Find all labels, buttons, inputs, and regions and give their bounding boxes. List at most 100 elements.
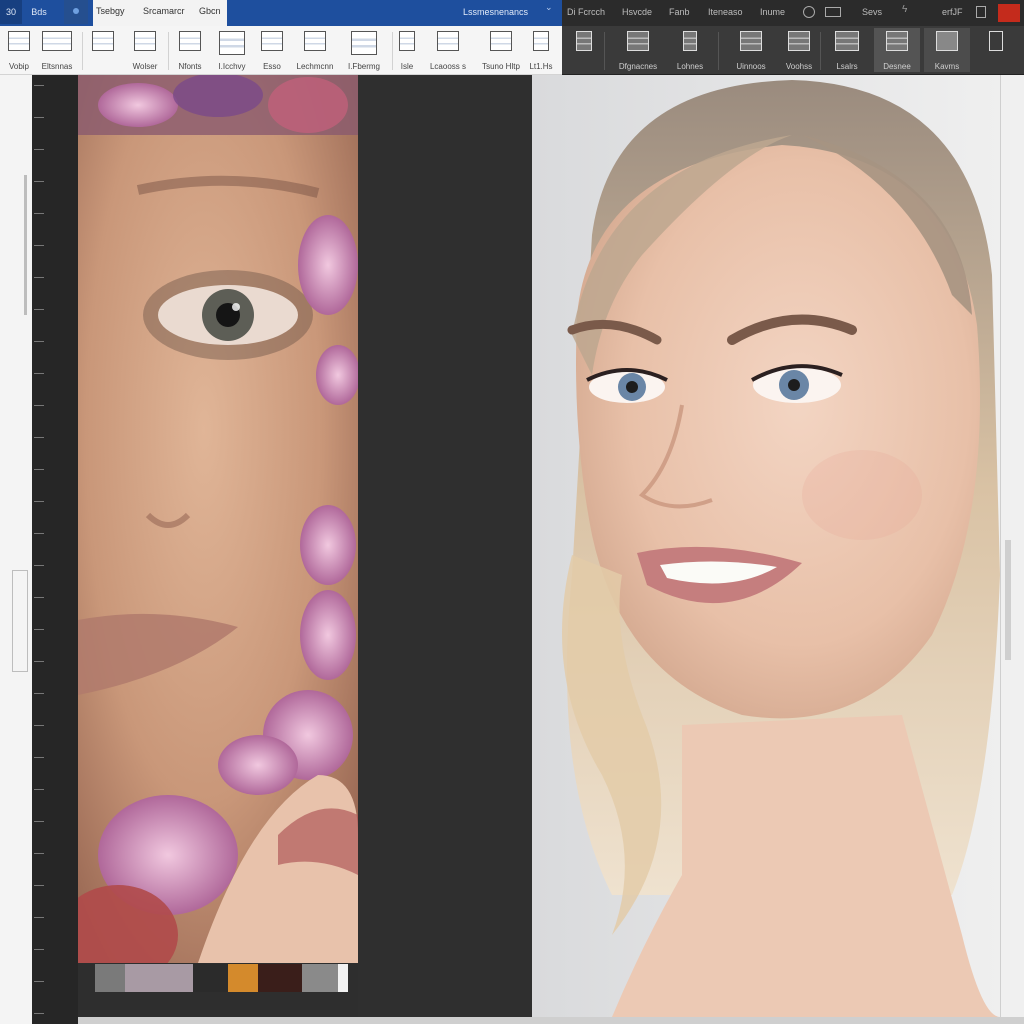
- share-icon[interactable]: [976, 6, 986, 18]
- ruler-tick: [34, 629, 44, 630]
- app-badge[interactable]: 30: [0, 0, 22, 24]
- ruler-tick: [34, 693, 44, 694]
- help-icon[interactable]: [803, 6, 815, 18]
- swatch-mauve[interactable]: [125, 964, 193, 992]
- ruler-tick: [34, 405, 44, 406]
- tab-insert[interactable]: Iteneaso: [708, 0, 743, 24]
- ruler-tick: [34, 117, 44, 118]
- ribbon-button-lines[interactable]: Lohnes: [668, 28, 712, 72]
- ruler-tick: [34, 469, 44, 470]
- ruler-tick: [34, 213, 44, 214]
- ribbon-button-layout[interactable]: [86, 28, 120, 72]
- lines-icon: [683, 31, 697, 51]
- ruler-tick: [34, 1013, 44, 1014]
- design-icon: [627, 31, 649, 51]
- ruler-tick: [34, 373, 44, 374]
- ribbon-button-person[interactable]: [976, 28, 1016, 72]
- tab-view[interactable]: Gbcn: [199, 0, 221, 26]
- tab-search[interactable]: Srcamarcr: [143, 0, 185, 26]
- tab-user[interactable]: erfJF: [942, 0, 963, 24]
- wrap-text-icon: [134, 31, 156, 51]
- tab-save[interactable]: Sevs: [862, 0, 882, 24]
- ruler-tick: [34, 821, 44, 822]
- ribbon-button-desnee[interactable]: Desnee: [874, 28, 920, 72]
- dark-tab-bar: Di Fcrcch Hsvcde Fanb Iteneaso Inume Sev…: [562, 0, 1024, 26]
- person-icon: [989, 31, 1003, 51]
- page-thumbnail[interactable]: [12, 570, 28, 672]
- panel-scrollbar[interactable]: [24, 175, 27, 315]
- ruler-tick: [34, 757, 44, 758]
- mountain-icon: [936, 31, 958, 51]
- grid-icon: [788, 31, 810, 51]
- ruler-tick: [34, 245, 44, 246]
- fonts-icon: [179, 31, 201, 51]
- left-thumbnail-panel[interactable]: [0, 75, 33, 1024]
- ribbon-button-tsuno[interactable]: Tsuno Hltp: [476, 28, 526, 72]
- brackets-icon: [261, 31, 283, 51]
- ruler-tick: [34, 437, 44, 438]
- ribbon-button-eso[interactable]: Esso: [254, 28, 290, 72]
- text-box-icon: [490, 31, 512, 51]
- chart-icon: [437, 31, 459, 51]
- ribbon-button-history[interactable]: I.Icchvy: [210, 28, 254, 72]
- ribbon-button-arrange[interactable]: Eltsnnas: [36, 28, 78, 72]
- horizontal-scrollbar[interactable]: [78, 1017, 1024, 1024]
- ribbon-light: Vobip Eltsnnas Wolser Nfonts I.Icchvy Es…: [0, 26, 562, 75]
- ribbon-button-gallery[interactable]: [566, 28, 602, 72]
- left-photo-canvas[interactable]: [78, 75, 358, 963]
- ruler-tick: [34, 885, 44, 886]
- ribbon-button-building[interactable]: Uinnoos: [724, 28, 778, 72]
- tab-shading[interactable]: Hsvcde: [622, 0, 652, 24]
- quick-access-item[interactable]: Bds: [26, 0, 52, 24]
- ribbon-dark: Dfgnacnes Lohnes Uinnoos Voohss Lsalrs D…: [562, 26, 1024, 75]
- tab-image[interactable]: Inume: [760, 0, 785, 24]
- frame-icon: [886, 31, 908, 51]
- ribbon-tab-group: Tsebgy Srcamarcr Gbcn: [93, 0, 227, 26]
- ribbon-button-lsalrs[interactable]: Lsalrs: [824, 28, 870, 72]
- ribbon-button-fonts[interactable]: Nfonts: [172, 28, 208, 72]
- history-icon: [219, 31, 245, 55]
- tab-format[interactable]: Di Fcrcch: [567, 0, 605, 24]
- ruler-tick: [34, 501, 44, 502]
- ribbon-button-voohss[interactable]: Voohss: [778, 28, 820, 72]
- ruler-tick: [34, 949, 44, 950]
- layout-icon: [92, 31, 114, 51]
- tab-home[interactable]: Tsebgy: [96, 0, 125, 26]
- ribbon-button-lt1[interactable]: Lt1.Hs: [526, 28, 556, 72]
- lightning-icon[interactable]: ϟ: [902, 4, 907, 15]
- ribbon-button-lechmcnn[interactable]: Lechmcnn: [290, 28, 340, 72]
- layout-icon[interactable]: [825, 7, 841, 17]
- building-icon: [740, 31, 762, 51]
- ribbon-button-design[interactable]: Dfgnacnes: [608, 28, 668, 72]
- scrollbar-thumb[interactable]: [1005, 540, 1011, 660]
- ruler-tick: [34, 597, 44, 598]
- swatch-brown[interactable]: [258, 964, 302, 992]
- ruler-tick: [34, 917, 44, 918]
- vertical-ruler: [32, 75, 78, 1024]
- globe-icon[interactable]: [64, 0, 88, 24]
- vertical-scrollbar[interactable]: [1000, 75, 1024, 1024]
- ribbon-button-bermg[interactable]: I.Fbermg: [342, 28, 386, 72]
- ruler-tick: [34, 149, 44, 150]
- swatch-gray[interactable]: [95, 964, 125, 992]
- right-photo-canvas[interactable]: [532, 75, 1000, 1017]
- swatch-white[interactable]: [338, 964, 348, 992]
- close-button[interactable]: [998, 4, 1020, 22]
- mosaic-icon: [835, 31, 859, 51]
- tab-font[interactable]: Fanb: [669, 0, 690, 24]
- ribbon-button-lcaooss[interactable]: Lcaooss s: [420, 28, 476, 72]
- ribbon-button-wrap[interactable]: Wolser: [124, 28, 166, 72]
- ruler-tick: [34, 565, 44, 566]
- ruler-tick: [34, 181, 44, 182]
- ribbon-button-kavms[interactable]: Kavms: [924, 28, 970, 72]
- swatch-light-gray[interactable]: [302, 964, 338, 992]
- ribbon-button-paste[interactable]: Vobip: [4, 28, 34, 72]
- swatch-dark[interactable]: [193, 964, 228, 992]
- document-icon: [304, 31, 326, 51]
- ruler-tick: [34, 533, 44, 534]
- ribbon-button-isle[interactable]: Isle: [396, 28, 418, 72]
- dropdown-caret-icon[interactable]: ⌄: [545, 2, 553, 13]
- arrange-icon: [42, 31, 72, 51]
- ruler-tick: [34, 85, 44, 86]
- swatch-orange[interactable]: [228, 964, 258, 992]
